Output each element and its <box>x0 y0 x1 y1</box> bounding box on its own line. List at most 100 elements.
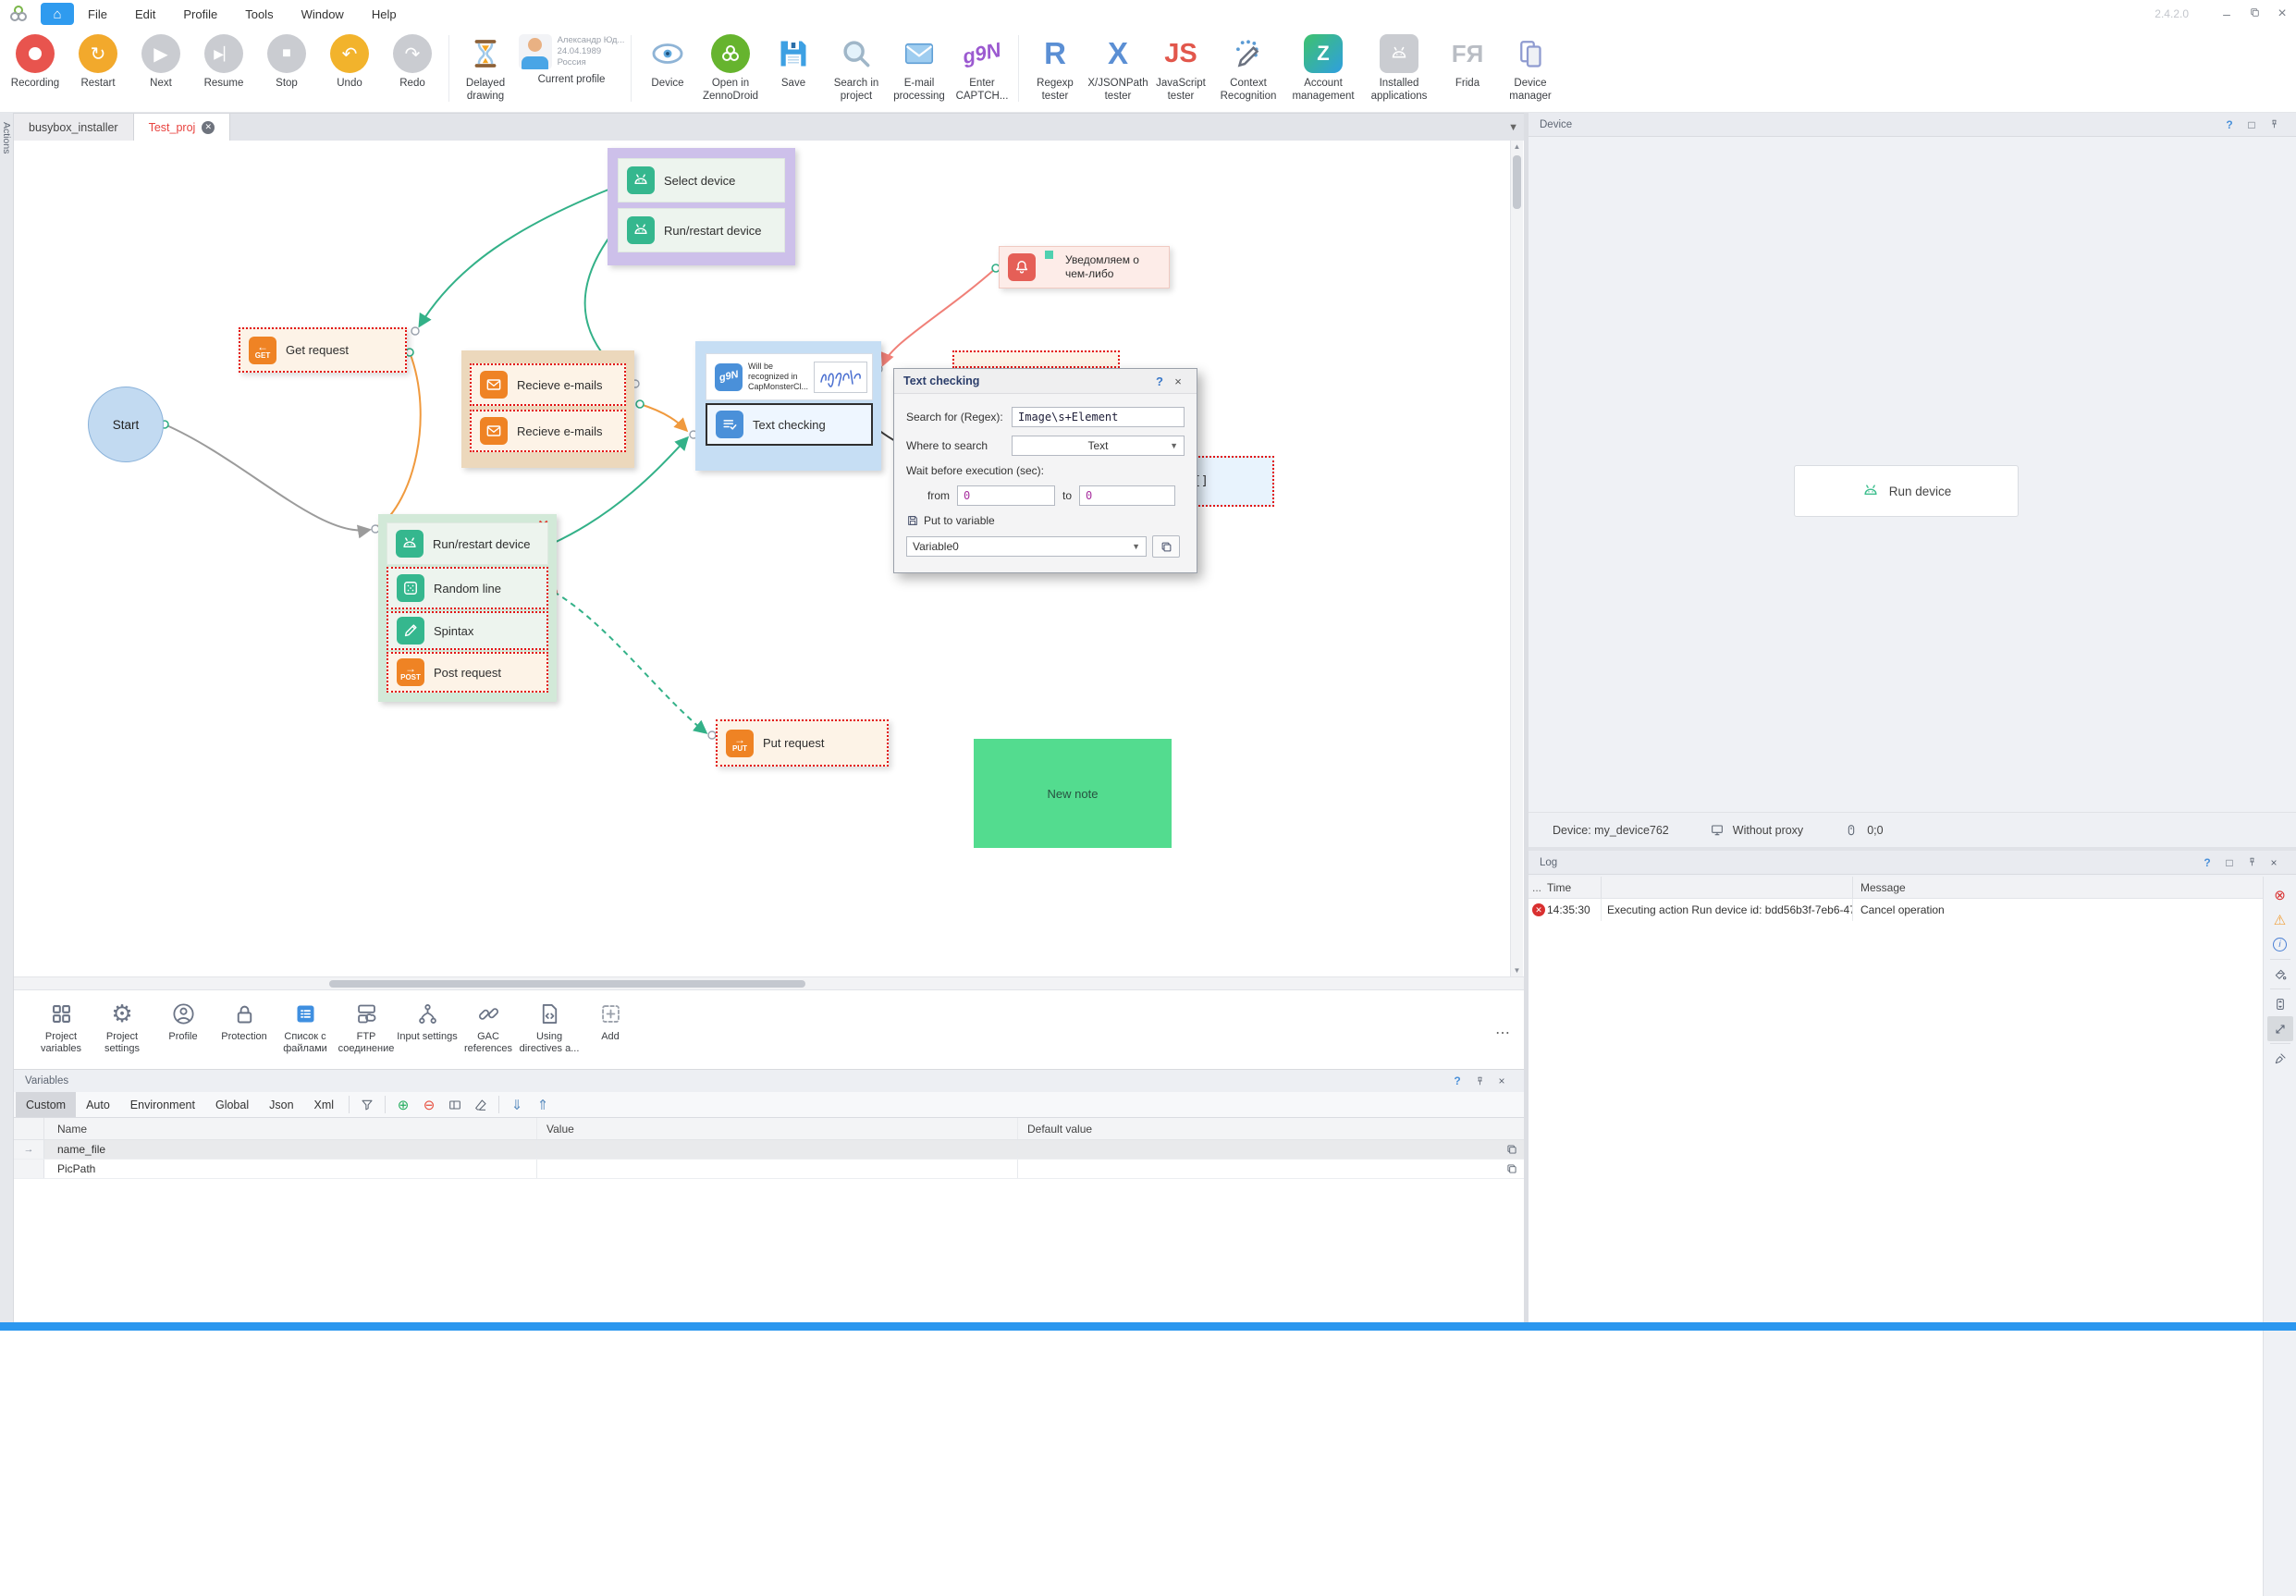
pin-icon[interactable] <box>1468 1075 1491 1087</box>
protection-button[interactable]: Protection <box>214 990 275 1043</box>
regexp-tester-button[interactable]: R Regexp tester <box>1024 28 1087 104</box>
home-button[interactable]: ⌂ <box>41 3 74 25</box>
tab-xml[interactable]: Xml <box>304 1092 345 1117</box>
enter-captcha-button[interactable]: g9N Enter CAPTCH... <box>951 28 1013 104</box>
stop-button[interactable]: ■ Stop <box>255 28 318 91</box>
group-text-checking[interactable]: g9N Will be recognized in CapMonsterCl..… <box>695 341 881 471</box>
resume-button[interactable]: ▶▏ Resume <box>192 28 255 91</box>
menu-edit[interactable]: Edit <box>121 7 169 21</box>
remove-variable-icon[interactable]: ⊖ <box>416 1092 442 1117</box>
copy-icon[interactable] <box>1500 1143 1524 1156</box>
node-capmonster[interactable]: g9N Will be recognized in CapMonsterCl..… <box>706 353 873 400</box>
help-icon[interactable]: ? <box>2218 118 2241 131</box>
menu-help[interactable]: Help <box>358 7 411 21</box>
help-icon[interactable]: ? <box>1446 1074 1468 1087</box>
restart-button[interactable]: ↻ Restart <box>67 28 129 91</box>
group-device-setup[interactable]: Select device Run/restart device <box>608 148 795 265</box>
from-input[interactable] <box>957 485 1055 506</box>
maximize-icon[interactable]: □ <box>2241 118 2263 131</box>
canvas-horizontal-scrollbar[interactable] <box>14 976 1524 989</box>
variable-select[interactable]: Variable0▼ <box>906 536 1147 557</box>
column-default[interactable]: Default value <box>1017 1118 1500 1139</box>
frida-button[interactable]: FЯ Frida <box>1436 28 1499 91</box>
move-up-icon[interactable]: ⇑ <box>530 1092 556 1117</box>
more-button[interactable]: ⋯ <box>1495 1024 1511 1042</box>
device-manager-button[interactable]: Device manager <box>1499 28 1562 104</box>
node-select-device[interactable]: Select device <box>618 158 785 203</box>
maximize-icon[interactable]: □ <box>2218 856 2241 869</box>
delayed-drawing-button[interactable]: Delayed drawing <box>454 28 517 104</box>
column-value[interactable]: Value <box>536 1118 1017 1139</box>
column-time[interactable]: Time <box>1543 881 1601 894</box>
regex-input[interactable] <box>1012 407 1185 427</box>
copy-variable-button[interactable] <box>1152 535 1180 558</box>
pin-icon[interactable] <box>2263 118 2285 130</box>
node-spintax[interactable]: Spintax <box>387 611 548 650</box>
flow-canvas[interactable]: Start Select device Run/restart device ←… <box>14 141 1524 976</box>
close-icon[interactable]: × <box>2263 856 2285 869</box>
start-node[interactable]: Start <box>88 387 164 462</box>
copy-icon[interactable] <box>1500 1162 1524 1175</box>
minimize-button[interactable]: – <box>2213 6 2241 21</box>
node-post-request[interactable]: →POST Post request <box>387 652 548 693</box>
warning-filter-icon[interactable]: ⚠ <box>2267 907 2293 932</box>
scroll-down-icon[interactable]: ▼ <box>1511 966 1523 975</box>
file-list-button[interactable]: Список с файлами <box>275 990 336 1055</box>
recording-button[interactable]: Recording <box>4 28 67 91</box>
menu-profile[interactable]: Profile <box>169 7 231 21</box>
group-main-actions[interactable]: ✕ Run/restart device Random line Spintax… <box>378 514 557 702</box>
text-checking-dialog[interactable]: Text checking ? × Search for (Regex): Wh… <box>893 368 1197 573</box>
save-button[interactable]: Save <box>762 28 825 91</box>
menu-file[interactable]: File <box>74 7 121 21</box>
context-recognition-button[interactable]: Context Recognition <box>1212 28 1284 104</box>
table-row[interactable]: → name_file <box>14 1140 1524 1160</box>
pin-icon[interactable] <box>2241 856 2263 868</box>
email-processing-button[interactable]: E-mail processing <box>888 28 951 104</box>
input-settings-button[interactable]: Input settings <box>397 990 458 1043</box>
node-new-note[interactable]: New note <box>974 739 1172 848</box>
dialog-close-button[interactable]: × <box>1169 374 1187 388</box>
menu-window[interactable]: Window <box>288 7 358 21</box>
menu-tools[interactable]: Tools <box>231 7 287 21</box>
device-screen-area[interactable]: Run device <box>1529 137 2296 812</box>
log-row[interactable]: ✕ 14:35:30 Executing action Run device i… <box>1529 899 2263 921</box>
group-receive-emails[interactable]: Recieve e-mails Recieve e-mails <box>461 350 634 468</box>
tab-busybox-installer[interactable]: busybox_installer <box>14 114 134 141</box>
node-text-checking[interactable]: Text checking <box>706 403 873 446</box>
tab-global[interactable]: Global <box>205 1092 259 1117</box>
actions-side-tab[interactable]: Actions <box>0 113 14 1322</box>
using-directives-button[interactable]: Using directives a... <box>519 990 580 1055</box>
node-get-request[interactable]: ←GET Get request <box>239 327 407 373</box>
column-message[interactable]: Message <box>1852 877 2263 898</box>
open-in-zennodroid-button[interactable]: Open in ZennoDroid <box>699 28 762 104</box>
autoscroll-icon[interactable] <box>2267 991 2293 1016</box>
node-notify[interactable]: Уведомляем о чем-либо <box>999 246 1170 289</box>
node-random-line[interactable]: Random line <box>387 567 548 609</box>
search-in-project-button[interactable]: Search in project <box>825 28 888 104</box>
current-profile-button[interactable]: Александр Юд...24.04.1989Россия Current … <box>517 28 626 87</box>
close-button[interactable]: × <box>2268 6 2296 22</box>
gac-references-button[interactable]: GAC references <box>458 990 519 1055</box>
dialog-titlebar[interactable]: Text checking ? × <box>894 369 1197 394</box>
tab-json[interactable]: Json <box>259 1092 303 1117</box>
tab-overflow-dropdown[interactable]: ▼ <box>1503 114 1524 141</box>
project-variables-button[interactable]: Project variables <box>31 990 92 1055</box>
scrollbar-thumb[interactable] <box>1513 155 1521 209</box>
undo-button[interactable]: ↶ Undo <box>318 28 381 91</box>
tab-close-icon[interactable]: ✕ <box>202 121 215 134</box>
node-run-restart-device-main[interactable]: Run/restart device <box>387 522 548 565</box>
to-input[interactable] <box>1079 485 1175 506</box>
scrollbar-thumb[interactable] <box>329 980 805 988</box>
javascript-tester-button[interactable]: JS JavaScript tester <box>1149 28 1212 104</box>
scroll-up-icon[interactable]: ▲ <box>1511 142 1523 151</box>
xjsonpath-tester-button[interactable]: X X/JSONPath tester <box>1087 28 1149 104</box>
table-row[interactable]: PicPath <box>14 1160 1524 1179</box>
help-icon[interactable]: ? <box>2196 856 2218 869</box>
close-icon[interactable]: × <box>1491 1074 1513 1087</box>
clear-log-icon[interactable] <box>2267 1046 2293 1071</box>
where-select[interactable]: Text▼ <box>1012 436 1185 456</box>
eraser-icon[interactable] <box>468 1092 494 1117</box>
move-down-icon[interactable]: ⇓ <box>504 1092 530 1117</box>
tab-test-proj[interactable]: Test_proj ✕ <box>134 114 231 141</box>
redo-button[interactable]: ↷ Redo <box>381 28 444 91</box>
